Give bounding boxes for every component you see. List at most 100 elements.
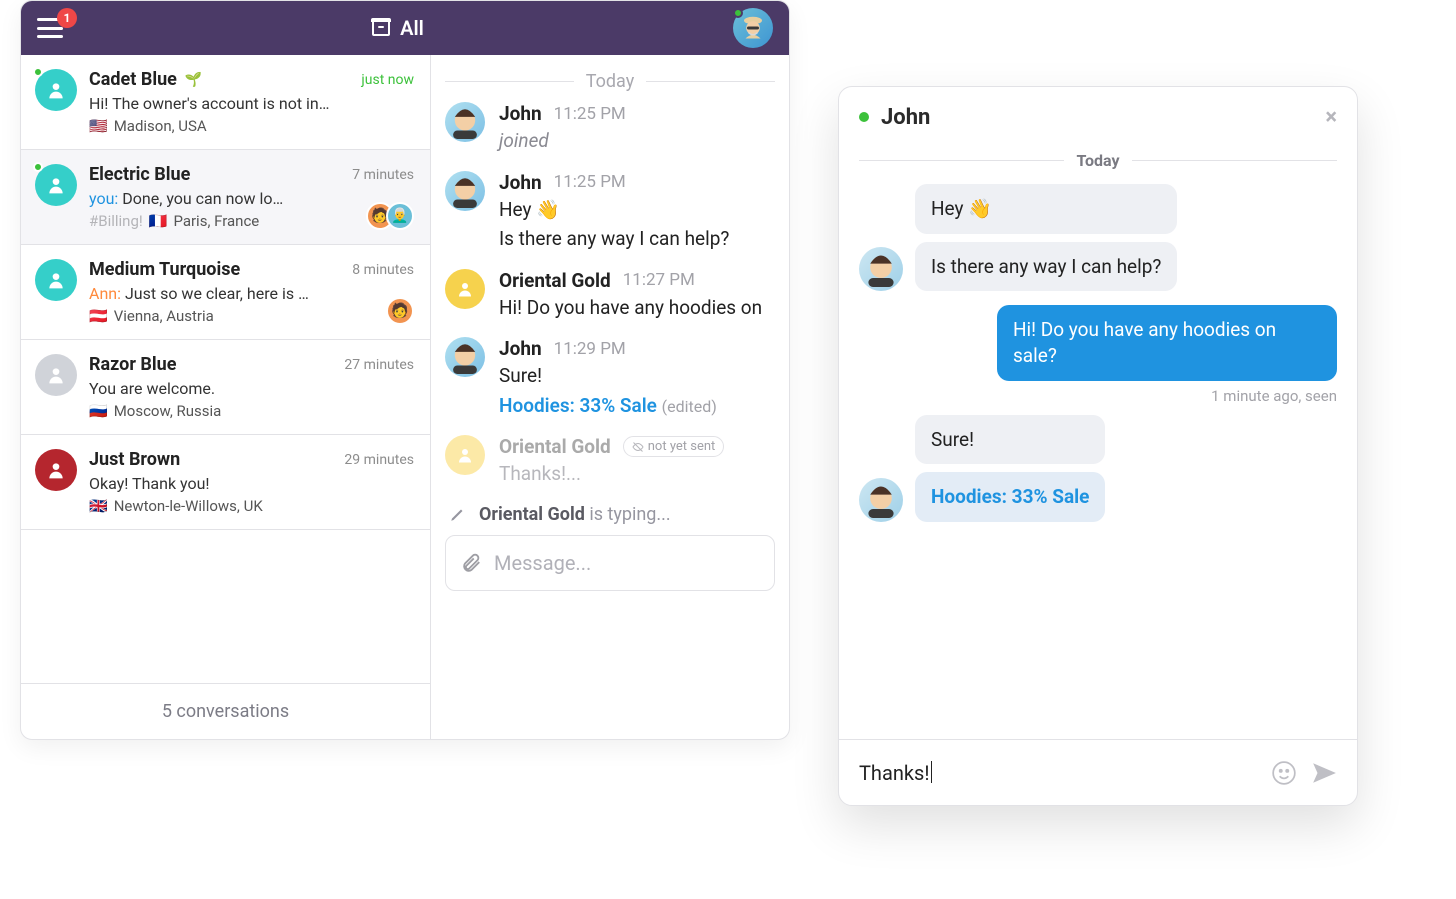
online-status-icon	[733, 8, 743, 18]
chat-message-pending: Oriental Gold not yet sent Thanks!...	[445, 435, 775, 488]
date-divider: Today	[859, 151, 1337, 170]
conversation-item[interactable]: Electric Blue 7 minutes you: Done, you c…	[21, 150, 430, 245]
conversation-preview: You are welcome.	[89, 379, 414, 398]
emoji-icon[interactable]	[1271, 760, 1297, 786]
preview-prefix: you:	[89, 189, 118, 208]
conversation-preview: you: Done, you can now lo…	[89, 189, 414, 208]
paperclip-icon[interactable]	[460, 552, 482, 574]
widget-compose[interactable]: Thanks!	[839, 739, 1357, 805]
conversation-meta: 🇦🇹 Vienna, Austria	[89, 307, 414, 325]
archive-icon	[372, 20, 390, 36]
flag-icon: 🇫🇷	[149, 212, 168, 230]
flag-icon: 🇦🇹	[89, 307, 108, 325]
pencil-icon	[449, 505, 467, 523]
message-bubble: Is there any way I can help?	[915, 242, 1177, 292]
message-time: 11:25 PM	[554, 104, 626, 124]
message-bubble-link[interactable]: Hoodies: 33% Sale	[915, 472, 1105, 522]
conversation-preview: Okay! Thank you!	[89, 474, 414, 493]
inbox-filter[interactable]: All	[77, 16, 719, 40]
conversation-avatar	[35, 354, 77, 396]
message-text: Sure!	[499, 362, 775, 390]
edited-tag: (edited)	[662, 397, 717, 416]
conversation-list: Cadet Blue 🌱 just now Hi! The owner's ac…	[21, 55, 431, 739]
conversation-name: Cadet Blue	[89, 69, 177, 90]
not-sent-badge: not yet sent	[623, 436, 725, 457]
online-status-icon	[33, 67, 43, 77]
message-avatar	[445, 337, 485, 377]
message-text: Is there any way I can help?	[499, 225, 775, 253]
conversation-location: Moscow, Russia	[114, 402, 222, 420]
person-icon	[46, 79, 66, 101]
avatar-person-icon	[738, 13, 768, 43]
send-icon[interactable]	[1311, 760, 1337, 786]
conversation-item[interactable]: Cadet Blue 🌱 just now Hi! The owner's ac…	[21, 55, 430, 150]
flag-icon: 🇺🇸	[89, 117, 108, 135]
conversation-item[interactable]: Just Brown 29 minutes Okay! Thank you! 🇬…	[21, 435, 430, 530]
conversation-item[interactable]: Medium Turquoise 8 minutes Ann: Just so …	[21, 245, 430, 340]
conversation-time: 27 minutes	[344, 357, 414, 373]
conversation-avatar	[35, 164, 77, 206]
online-status-icon	[33, 162, 43, 172]
widget-header: John ×	[839, 87, 1357, 147]
agent-face-icon	[448, 174, 482, 208]
message-avatar	[445, 102, 485, 142]
message-text: Hey 👋	[499, 196, 775, 224]
chat-message: John 11:29 PM Sure! Hoodies: 33% Sale (ed…	[445, 337, 775, 419]
typing-name: Oriental Gold	[479, 504, 585, 525]
menu-button[interactable]: 1	[37, 18, 63, 38]
chat-message: John11:25 PM joined	[445, 102, 775, 155]
chat-message: Oriental Gold11:27 PM Hi! Do you have an…	[445, 269, 775, 322]
conversation-name: Medium Turquoise	[89, 259, 240, 280]
sent-message-group: Hi! Do you have any hoodies on sale? 1 m…	[859, 305, 1337, 404]
conversation-meta: 🇬🇧 Newton-le-Willows, UK	[89, 497, 414, 515]
message-author: Oriental Gold	[499, 435, 611, 458]
assignee-avatar: 👨‍🦳	[386, 202, 414, 230]
agent-avatar	[859, 247, 903, 291]
message-time: 11:29 PM	[554, 339, 626, 359]
conversation-name: Just Brown	[89, 449, 180, 470]
person-icon	[46, 269, 66, 291]
message-author: John	[499, 337, 542, 360]
flag-icon: 🇬🇧	[89, 497, 108, 515]
flag-icon: 🇷🇺	[89, 402, 108, 420]
widget-input-text[interactable]: Thanks!	[859, 761, 1257, 785]
message-avatar	[445, 435, 485, 475]
conversation-time: 29 minutes	[344, 452, 414, 468]
close-button[interactable]: ×	[1325, 105, 1337, 130]
typing-suffix: is typing...	[589, 504, 670, 525]
assignee-stack: 🧑	[394, 297, 414, 325]
conversation-time: 8 minutes	[352, 262, 414, 278]
assignee-avatar: 🧑	[386, 297, 414, 325]
conversation-meta: 🇷🇺 Moscow, Russia	[89, 402, 414, 420]
conversation-avatar	[35, 69, 77, 111]
conversation-count-footer: 5 conversations	[21, 683, 430, 739]
agent-face-icon	[863, 251, 899, 287]
message-author: John	[499, 102, 542, 125]
agent-avatar	[859, 478, 903, 522]
widget-title: John	[881, 105, 930, 130]
message-link-line[interactable]: Hoodies: 33% Sale (edited)	[499, 392, 775, 420]
incoming-message-group: Hey 👋 Is there any way I can help?	[859, 184, 1337, 291]
conversation-location: Paris, France	[173, 212, 259, 230]
message-bubble: Hey 👋	[915, 184, 1177, 234]
message-author: John	[499, 171, 542, 194]
conversation-tag: #Billing!	[89, 212, 143, 230]
notification-badge: 1	[57, 8, 77, 28]
conversation-meta: 🇺🇸 Madison, USA	[89, 117, 414, 135]
person-icon	[456, 445, 474, 465]
agent-face-icon	[448, 105, 482, 139]
message-link[interactable]: Hoodies: 33% Sale	[499, 394, 657, 417]
chat-message: John 11:25 PM Hey 👋 Is there any way I ca…	[445, 171, 775, 253]
date-divider: Today	[445, 71, 775, 92]
message-avatar	[445, 171, 485, 211]
message-time: 11:25 PM	[554, 172, 626, 192]
compose-input[interactable]: Message...	[445, 535, 775, 591]
conversation-avatar	[35, 259, 77, 301]
widget-body: Today Hey 👋 Is there any way I can help?…	[839, 147, 1357, 739]
assignee-stack: 🧑 👨‍🦳	[374, 202, 414, 230]
conversation-item[interactable]: Razor Blue 27 minutes You are welcome. 🇷…	[21, 340, 430, 435]
agent-app-window: 1 All Cadet Blue	[20, 0, 790, 740]
person-icon	[456, 279, 474, 299]
profile-avatar[interactable]	[733, 8, 773, 48]
message-avatar	[445, 269, 485, 309]
